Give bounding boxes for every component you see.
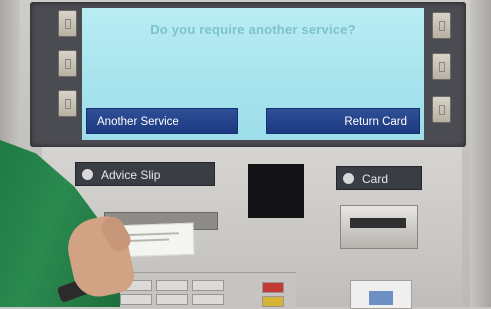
keypad-key[interactable] <box>156 294 188 305</box>
function-key-right-1[interactable] <box>432 12 451 39</box>
return-card-button[interactable]: Return Card <box>266 108 420 134</box>
function-key-left-3[interactable] <box>58 90 77 117</box>
cancel-key[interactable] <box>262 282 284 293</box>
keypad-key[interactable] <box>156 280 188 291</box>
indicator-icon <box>82 169 93 181</box>
keypad-key[interactable] <box>192 294 224 305</box>
card-label-plate: Card <box>336 166 422 190</box>
keypad-key[interactable] <box>120 294 152 305</box>
function-key-left-1[interactable] <box>58 10 77 37</box>
clear-key[interactable] <box>262 296 284 307</box>
function-key-left-2[interactable] <box>58 50 77 77</box>
function-key-right-3[interactable] <box>432 96 451 123</box>
indicator-icon <box>343 173 354 185</box>
advice-slip-label-plate: Advice Slip <box>75 162 215 186</box>
function-key-right-2[interactable] <box>432 53 451 80</box>
screen-prompt: Do you require another service? <box>150 22 356 37</box>
card-insert-icon <box>350 280 412 309</box>
another-service-button[interactable]: Another Service <box>86 108 238 134</box>
advice-slip-label: Advice Slip <box>101 168 161 182</box>
atm-side-panel-right <box>470 0 491 307</box>
card-reader-slot[interactable] <box>350 218 406 228</box>
cash-dispenser-window <box>248 164 304 218</box>
card-label: Card <box>362 172 389 186</box>
keypad-key[interactable] <box>192 280 224 291</box>
